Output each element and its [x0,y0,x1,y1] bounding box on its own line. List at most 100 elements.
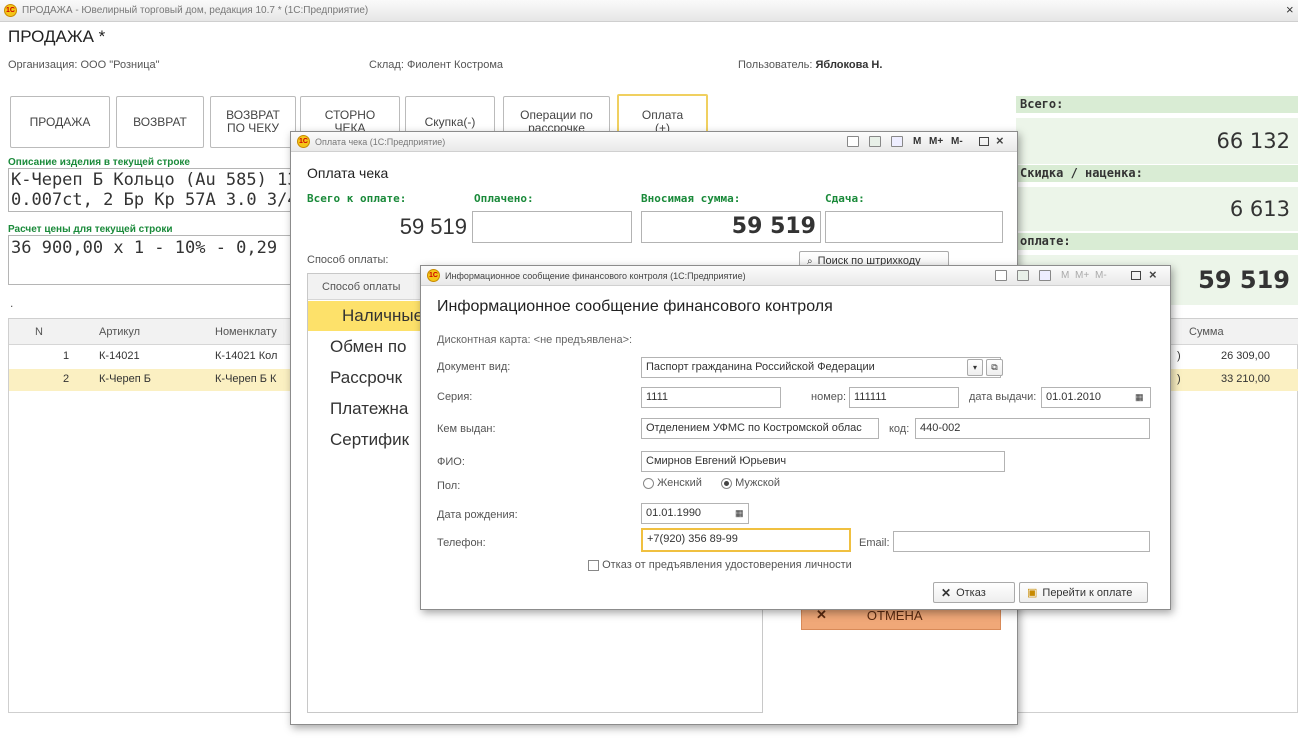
change-label: Сдача: [825,192,865,205]
memory-minus-button[interactable]: M- [951,136,963,147]
calendar-icon[interactable]: ▦ [1135,392,1144,403]
warehouse-label: Склад: [369,59,404,71]
organization-field: Организация: ООО "Розница" [8,59,160,71]
price-calc-box: 36 900,00 x 1 - 10% - 0,29 (0% [8,235,318,285]
payment-list-header-label: Способ оплаты [322,281,401,293]
memory-plus-button[interactable]: M+ [929,136,943,147]
calendar-icon[interactable] [891,136,903,147]
row-article: К-Череп Б [99,373,151,385]
issue-date-label: дата выдачи: [969,391,1037,403]
open-icon[interactable]: ⧉ [986,359,1003,376]
radio-selected-icon[interactable] [721,477,732,489]
organization-label: Организация: [8,59,78,71]
chevron-down-icon[interactable]: ▾ [967,359,983,376]
email-field[interactable] [893,531,1150,552]
row-paren: ) [1177,350,1181,362]
price-calc-line: 36 900,00 x 1 - 10% - 0,29 (0% [11,238,319,258]
row-sum: 33 210,00 [1221,373,1270,385]
info-window-title: Информационное сообщение финансового кон… [445,271,746,281]
checkbox-icon[interactable] [588,559,599,571]
discount-value: 6 613 [1016,187,1298,231]
discount-card-text: Дисконтная карта: <не предъявлена>: [437,334,633,346]
phone-field[interactable]: +7(920) 356 89-99 [641,528,851,552]
item-description-box: К-Череп Б Кольцо (Au 585) 13 0.007ct, 2 … [8,168,328,212]
close-icon[interactable]: × [996,133,1004,148]
calculator-icon[interactable] [1017,270,1029,281]
close-icon: ✕ [941,585,952,600]
print-icon[interactable] [847,136,859,147]
return-button[interactable]: ВОЗВРАТ [116,96,204,148]
payment-method-label: Платежна [330,399,409,418]
row-article: К-14021 [99,350,140,362]
maximize-icon[interactable] [1131,271,1141,280]
payment-method-label: Сертифик [330,430,410,449]
info-heading: Информационное сообщение финансового кон… [437,298,833,315]
gender-male-option[interactable]: Мужской [721,477,780,489]
user-field: Пользователь: Яблокова Н. [738,59,882,71]
maximize-icon[interactable] [979,137,989,146]
calculator-icon[interactable] [869,136,881,147]
dot-marker: . [10,296,14,310]
issued-by-field[interactable]: Отделением УФМС по Костромской облас [641,418,879,439]
proceed-to-payment-button[interactable]: ▣ Перейти к оплате [1019,582,1148,603]
code-field[interactable]: 440-002 [915,418,1150,439]
entered-amount-label: Вносимая сумма: [641,192,741,205]
return-button-label: ВОЗВРАТ [133,114,187,129]
payment-heading: Оплата чека [307,165,389,181]
buyup-label: Скупка(-) [424,114,476,129]
memory-m-button[interactable]: M [1061,270,1069,281]
return-by-check-button[interactable]: ВОЗВРАТ ПО ЧЕКУ [210,96,296,148]
issued-by-label: Кем выдан: [437,423,496,435]
warehouse-field: Склад: Фиолент Кострома [369,59,503,71]
item-description-line2: 0.007ct, 2 Бр Кр 57А 3.0 3/4 (7 [11,190,329,210]
discount-label: Скидка / наценка: [1016,165,1298,182]
user-value: Яблокова Н. [815,59,883,71]
number-label: номер: [811,391,847,403]
row-nomenclature: К-14021 Кол [215,350,278,362]
memory-m-button[interactable]: M [913,136,921,147]
row-number: 1 [63,350,70,362]
sale-button-label: ПРОДАЖА [29,114,91,129]
col-sum-header[interactable]: Сумма [1189,326,1224,338]
app-logo-icon: 1С [4,4,17,17]
series-field[interactable]: 1111 [641,387,781,408]
paid-field[interactable] [472,211,632,243]
payment-method-caption: Способ оплаты: [307,254,389,266]
number-field[interactable]: 111111 [849,387,959,408]
info-window-titlebar: 1С Информационное сообщение финансового … [421,266,1170,286]
entered-amount-field[interactable]: 59 519 [641,211,821,243]
fio-label: ФИО: [437,456,465,468]
sale-button[interactable]: ПРОДАЖА [10,96,110,148]
print-icon[interactable] [995,270,1007,281]
birth-date-field[interactable]: 01.01.1990 [641,503,749,524]
row-number: 2 [63,373,70,385]
fio-field[interactable]: Смирнов Евгений Юрьевич [641,451,1005,472]
payment-method-label: Рассрочк [330,368,403,387]
user-label: Пользователь: [738,59,813,71]
col-n-header[interactable]: N [35,326,43,338]
doc-type-select[interactable]: Паспорт гражданина Российской Федерации [641,357,1001,378]
memory-minus-button[interactable]: M- [1095,270,1107,281]
gender-female-option[interactable]: Женский [643,477,702,489]
row-sum: 26 309,00 [1221,350,1270,362]
close-icon[interactable]: × [1149,267,1157,282]
refuse-button[interactable]: ✕ Отказ [933,582,1015,603]
calendar-icon[interactable]: ▦ [735,508,744,519]
col-nomenclature-header[interactable]: Номенклату [215,326,277,338]
col-article-header[interactable]: Артикул [99,326,140,338]
radio-icon[interactable] [643,477,654,489]
memory-plus-button[interactable]: M+ [1075,270,1089,281]
calendar-icon[interactable] [1039,270,1051,281]
window-close-button[interactable]: × [1286,2,1294,17]
row-paren: ) [1177,373,1181,385]
doc-type-label: Документ вид: [437,361,511,373]
phone-label: Телефон: [437,537,486,549]
main-titlebar: 1С ПРОДАЖА - Ювелирный торговый дом, ред… [0,0,1298,22]
refuse-id-checkbox[interactable]: Отказ от предъявления удостоверения личн… [588,559,852,571]
series-label: Серия: [437,391,473,403]
change-field[interactable] [825,211,1003,243]
organization-value: ООО "Розница" [80,59,160,71]
refuse-id-label: Отказ от предъявления удостоверения личн… [602,559,852,571]
app-logo-icon: 1С [427,269,440,282]
payment-icon: ▣ [1027,587,1038,599]
